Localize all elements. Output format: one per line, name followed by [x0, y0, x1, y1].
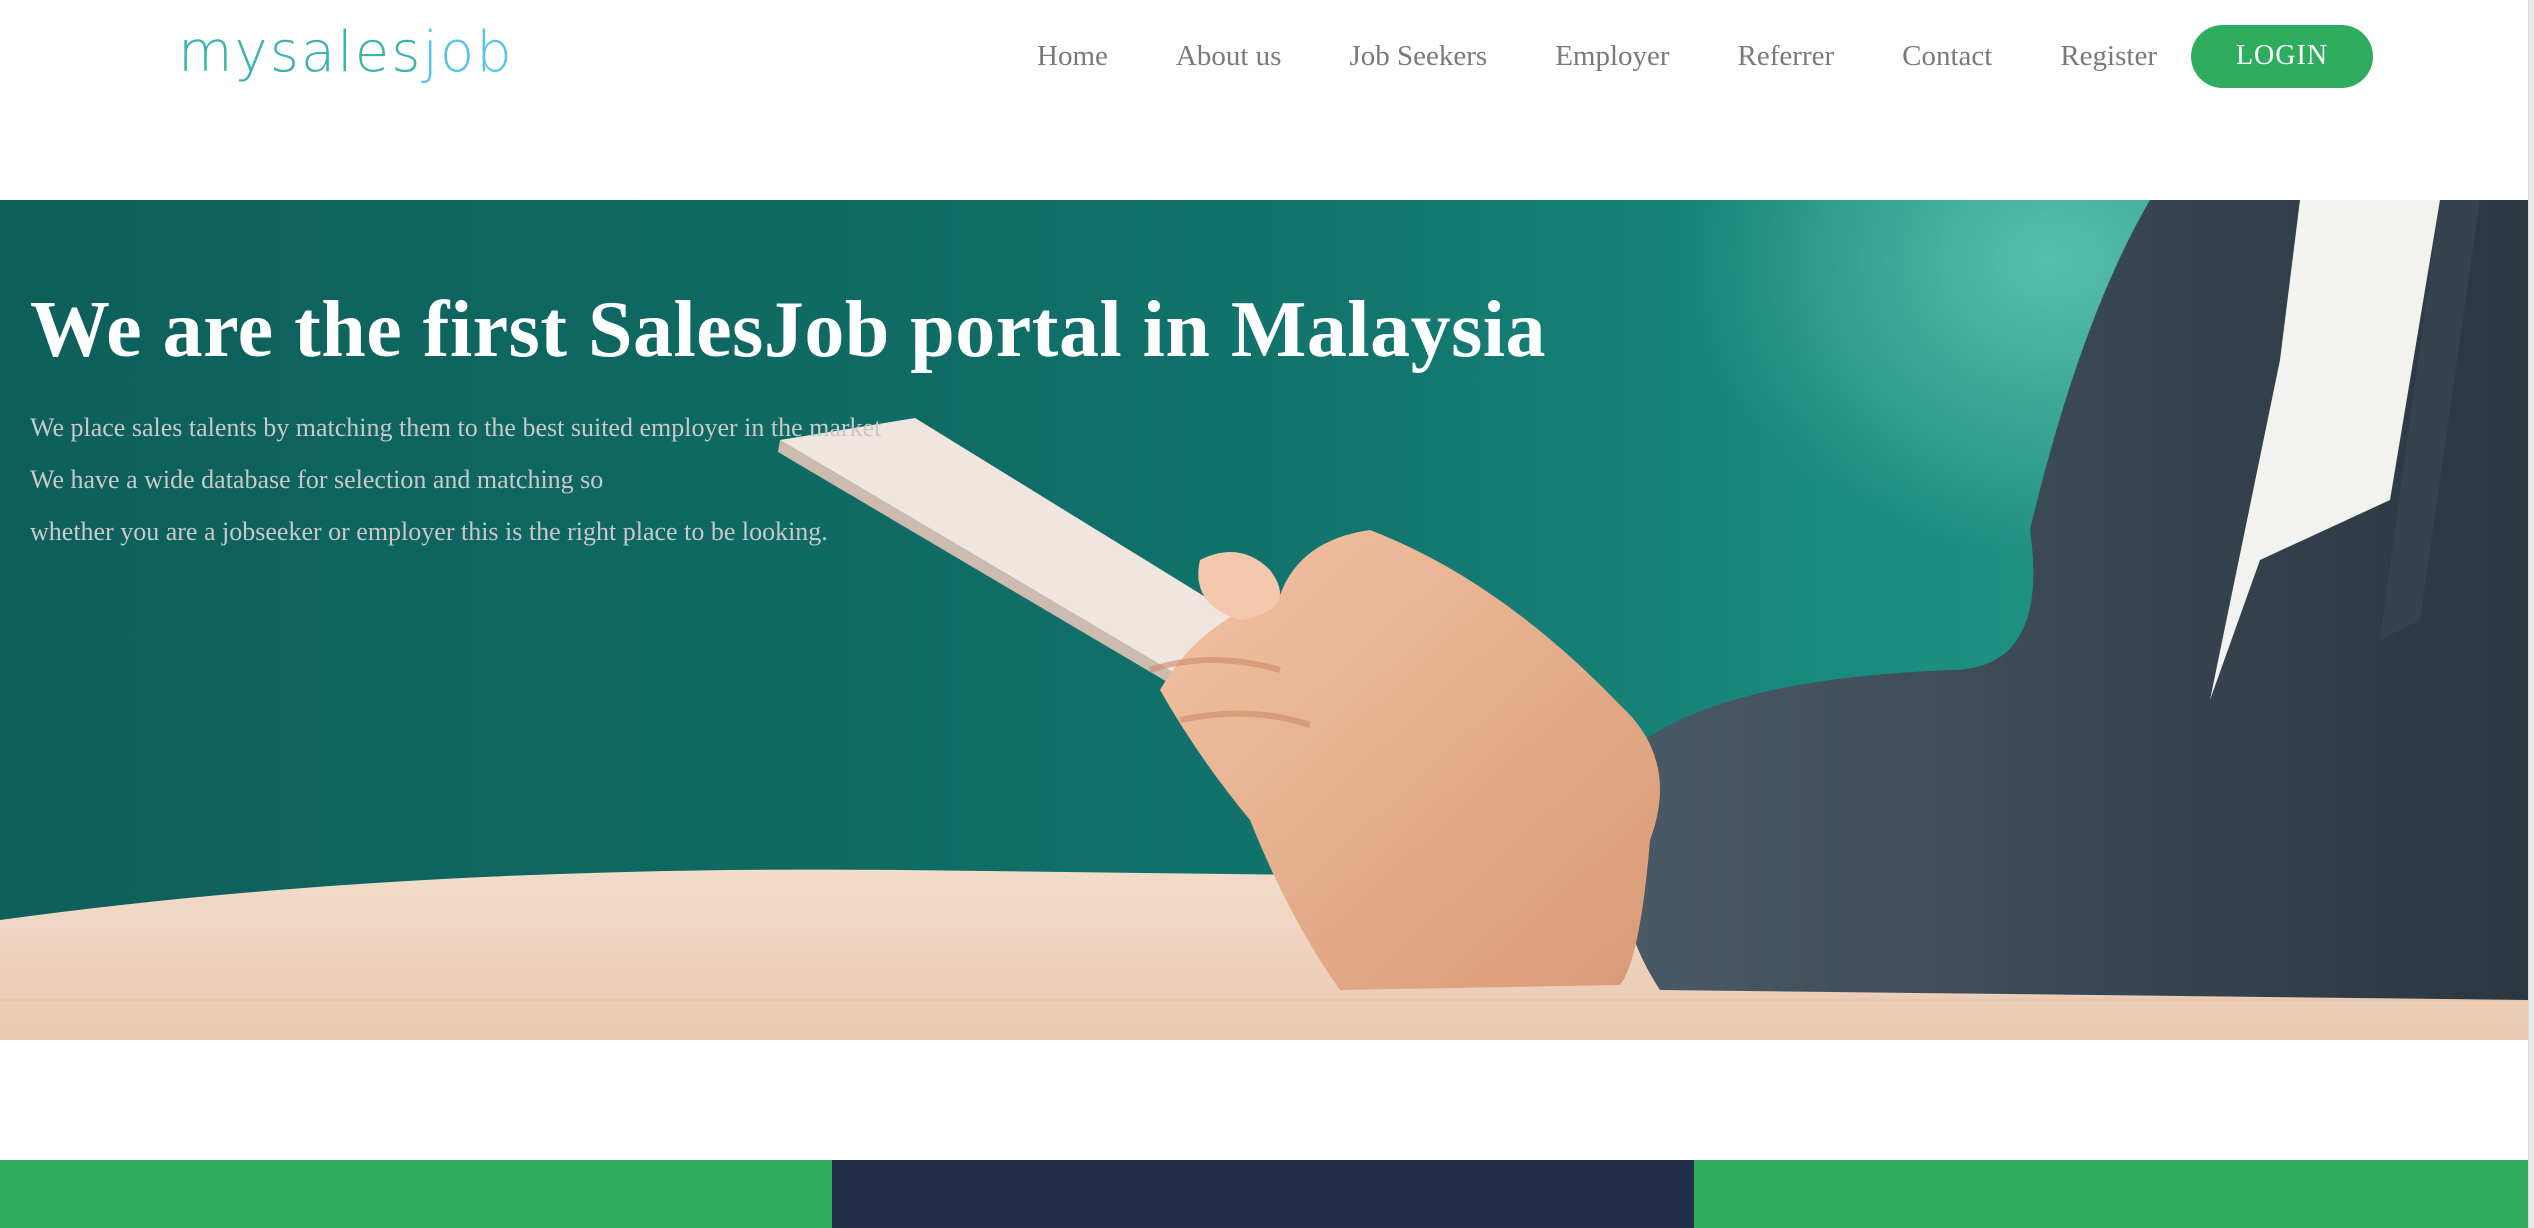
page: mysalesjob Home About us Job Seekers Emp…: [0, 0, 2528, 1228]
logo-part-job: job: [422, 20, 514, 85]
hero-banner: We are the first SalesJob portal in Mala…: [0, 200, 2528, 1040]
hero-line-2: We have a wide database for selection an…: [30, 465, 604, 494]
main-nav: Home About us Job Seekers Employer Refer…: [960, 24, 2373, 88]
site-logo[interactable]: mysalesjob: [178, 22, 514, 84]
nav-home[interactable]: Home: [1037, 40, 1108, 73]
nav-job-seekers[interactable]: Job Seekers: [1349, 40, 1487, 73]
nav-register[interactable]: Register: [2060, 40, 2157, 73]
site-header: mysalesjob Home About us Job Seekers Emp…: [0, 0, 2528, 200]
scrollbar-track[interactable]: [2528, 0, 2534, 1228]
nav-employer[interactable]: Employer: [1555, 40, 1669, 73]
logo-wordmark: mysalesjob: [178, 22, 514, 84]
hero-line-3: whether you are a jobseeker or employer …: [30, 517, 828, 546]
logo-part-mysales: mysales: [178, 20, 423, 85]
hero-title: We are the first SalesJob portal in Mala…: [30, 286, 1546, 374]
nav-about-us[interactable]: About us: [1176, 40, 1282, 73]
dark-feature-panel: [832, 1160, 1694, 1228]
login-button[interactable]: LOGIN: [2191, 24, 2373, 88]
hero-line-1: We place sales talents by matching them …: [30, 413, 882, 442]
nav-referrer[interactable]: Referrer: [1738, 40, 1835, 73]
nav-contact[interactable]: Contact: [1902, 40, 1992, 73]
hero-description: We place sales talents by matching them …: [30, 402, 881, 558]
